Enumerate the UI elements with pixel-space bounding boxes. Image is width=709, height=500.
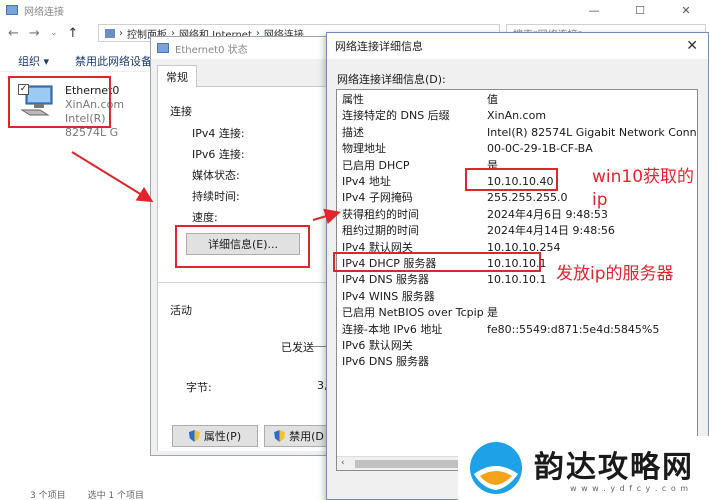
property-name: 连接-本地 IPv6 地址 — [342, 322, 443, 336]
activity-group-label: 活动 — [170, 304, 192, 317]
organize-button[interactable]: 组织 ▾ — [18, 53, 49, 69]
close-icon[interactable]: ✕ — [663, 0, 709, 20]
property-value: XinAn.com — [487, 109, 547, 123]
disable-device-button[interactable]: 禁用此网络设备 — [75, 53, 152, 69]
uac-shield-icon — [188, 430, 200, 442]
watermark-url: w w w . y d f c y . c o m — [570, 484, 690, 493]
details-dialog-titlebar: 网络连接详细信息 — [327, 33, 708, 59]
table-row[interactable]: 物理地址 00-0C-29-1B-CF-BA — [337, 141, 697, 157]
divider — [158, 282, 328, 283]
property-name: IPv4 子网掩码 — [342, 191, 413, 205]
watermark-text: 韵达攻略网 — [534, 450, 694, 485]
table-row[interactable]: 获得租约的时间 2024年4月6日 9:48:53 — [337, 207, 697, 223]
maximize-icon[interactable]: ☐ — [617, 0, 663, 20]
table-header: 属性 值 — [337, 92, 697, 108]
connection-group-label: 连接 — [170, 105, 192, 118]
property-value: fe80::5549:d871:5e4d:5845%5 — [487, 322, 660, 336]
property-value: Intel(R) 82574L Gigabit Network Connecti… — [487, 125, 697, 139]
site-watermark: 韵达攻略网 w w w . y d f c y . c o m — [458, 436, 709, 500]
tab-strip: 常规 — [157, 65, 325, 87]
table-row[interactable]: 已启用 NetBIOS over Tcpip 是 — [337, 305, 697, 321]
table-row[interactable]: 租约过期的时间 2024年4月14日 9:48:56 — [337, 223, 697, 239]
explorer-title: 网络连接 — [24, 6, 64, 18]
media-state-label: 媒体状态: — [192, 169, 240, 182]
logo-icon — [470, 442, 522, 494]
property-name: IPv4 DNS 服务器 — [342, 273, 430, 287]
property-name: IPv6 DNS 服务器 — [342, 355, 430, 369]
status-dialog-title: Ethernet0 状态 — [175, 44, 248, 56]
property-name: 连接特定的 DNS 后缀 — [342, 109, 450, 123]
table-row[interactable]: IPv6 DNS 服务器 — [337, 354, 697, 370]
general-tab-panel: 连接 IPv4 连接: IPv6 连接: 媒体状态: 持续时间: 速度: 详细信… — [157, 87, 334, 451]
property-value: 255.255.255.0 — [487, 191, 568, 205]
property-name: 描述 — [342, 125, 364, 139]
property-name: 获得租约的时间 — [342, 207, 419, 221]
property-value: 00-0C-29-1B-CF-BA — [487, 142, 593, 156]
ipv6-connectivity-label: IPv6 连接: — [192, 148, 245, 161]
table-row[interactable]: IPv6 默认网关 — [337, 338, 697, 354]
header-property: 属性 — [342, 93, 364, 106]
highlight-ethernet-item — [8, 76, 111, 128]
header-value: 值 — [487, 93, 498, 106]
property-value: 2024年4月14日 9:48:56 — [487, 224, 615, 238]
properties-button[interactable]: 属性(P) — [172, 425, 258, 447]
property-value: 是 — [487, 306, 498, 320]
recent-chevron-icon[interactable]: ⌄ — [50, 28, 58, 38]
close-icon[interactable]: ✕ — [686, 38, 698, 54]
dhcp-server-annotation: 发放ip的服务器 — [556, 264, 674, 284]
duration-label: 持续时间: — [192, 190, 240, 203]
property-name: IPv4 WINS 服务器 — [342, 289, 435, 303]
up-arrow-icon[interactable]: ↑ — [67, 26, 78, 41]
sent-label: 已发送 — [281, 341, 314, 354]
table-row[interactable]: 连接特定的 DNS 后缀 XinAn.com — [337, 108, 697, 124]
item-count: 3 个项目 — [30, 491, 66, 500]
property-name: IPv6 默认网关 — [342, 339, 413, 352]
properties-button-label: 属性(P) — [203, 430, 242, 443]
table-row[interactable]: IPv4 子网掩码 255.255.255.0 — [337, 190, 697, 206]
property-value: 10.10.10.1 — [487, 273, 547, 287]
property-name: 物理地址 — [342, 142, 386, 156]
disable-button[interactable]: 禁用(D — [264, 425, 334, 447]
table-row[interactable]: 描述 Intel(R) 82574L Gigabit Network Connec… — [337, 125, 697, 141]
ip-annotation-line1: win10获取的 — [592, 167, 695, 187]
property-name: 租约过期的时间 — [342, 224, 419, 238]
tab-general[interactable]: 常规 — [157, 65, 197, 87]
forward-arrow-icon[interactable]: → — [29, 26, 40, 41]
property-name: 已启用 NetBIOS over Tcpip — [342, 306, 484, 320]
network-folder-icon — [6, 5, 18, 15]
property-name: 已启用 DHCP — [342, 158, 410, 172]
highlight-dhcp-server — [333, 252, 541, 272]
selected-count: 选中 1 个项目 — [87, 491, 145, 500]
scroll-left-icon[interactable]: ‹ — [341, 458, 345, 468]
disable-button-label: 禁用(D — [289, 430, 324, 443]
minimize-icon[interactable]: — — [571, 0, 617, 20]
details-list-label: 网络连接详细信息(D): — [337, 73, 446, 86]
table-row[interactable]: IPv4 WINS 服务器 — [337, 289, 697, 305]
highlight-details-button — [175, 225, 310, 268]
property-name: IPv4 地址 — [342, 175, 391, 188]
uac-shield-icon — [274, 430, 286, 442]
window-controls: — ☐ ✕ — [571, 0, 709, 20]
details-dialog-title: 网络连接详细信息 — [335, 40, 423, 53]
network-icon — [157, 43, 169, 53]
ipv4-connectivity-label: IPv4 连接: — [192, 127, 245, 140]
table-row[interactable]: 连接-本地 IPv6 地址 fe80::5549:d871:5e4d:5845%5 — [337, 322, 697, 338]
status-dialog-titlebar: Ethernet0 状态 — [151, 37, 329, 59]
highlight-ipv4-address — [465, 168, 558, 191]
ip-annotation-line2: ip — [592, 190, 608, 210]
property-value: 2024年4月6日 9:48:53 — [487, 207, 608, 221]
control-panel-icon — [105, 28, 115, 38]
speed-label: 速度: — [192, 211, 218, 224]
back-arrow-icon[interactable]: ← — [8, 26, 19, 41]
bytes-label: 字节: — [186, 381, 212, 394]
